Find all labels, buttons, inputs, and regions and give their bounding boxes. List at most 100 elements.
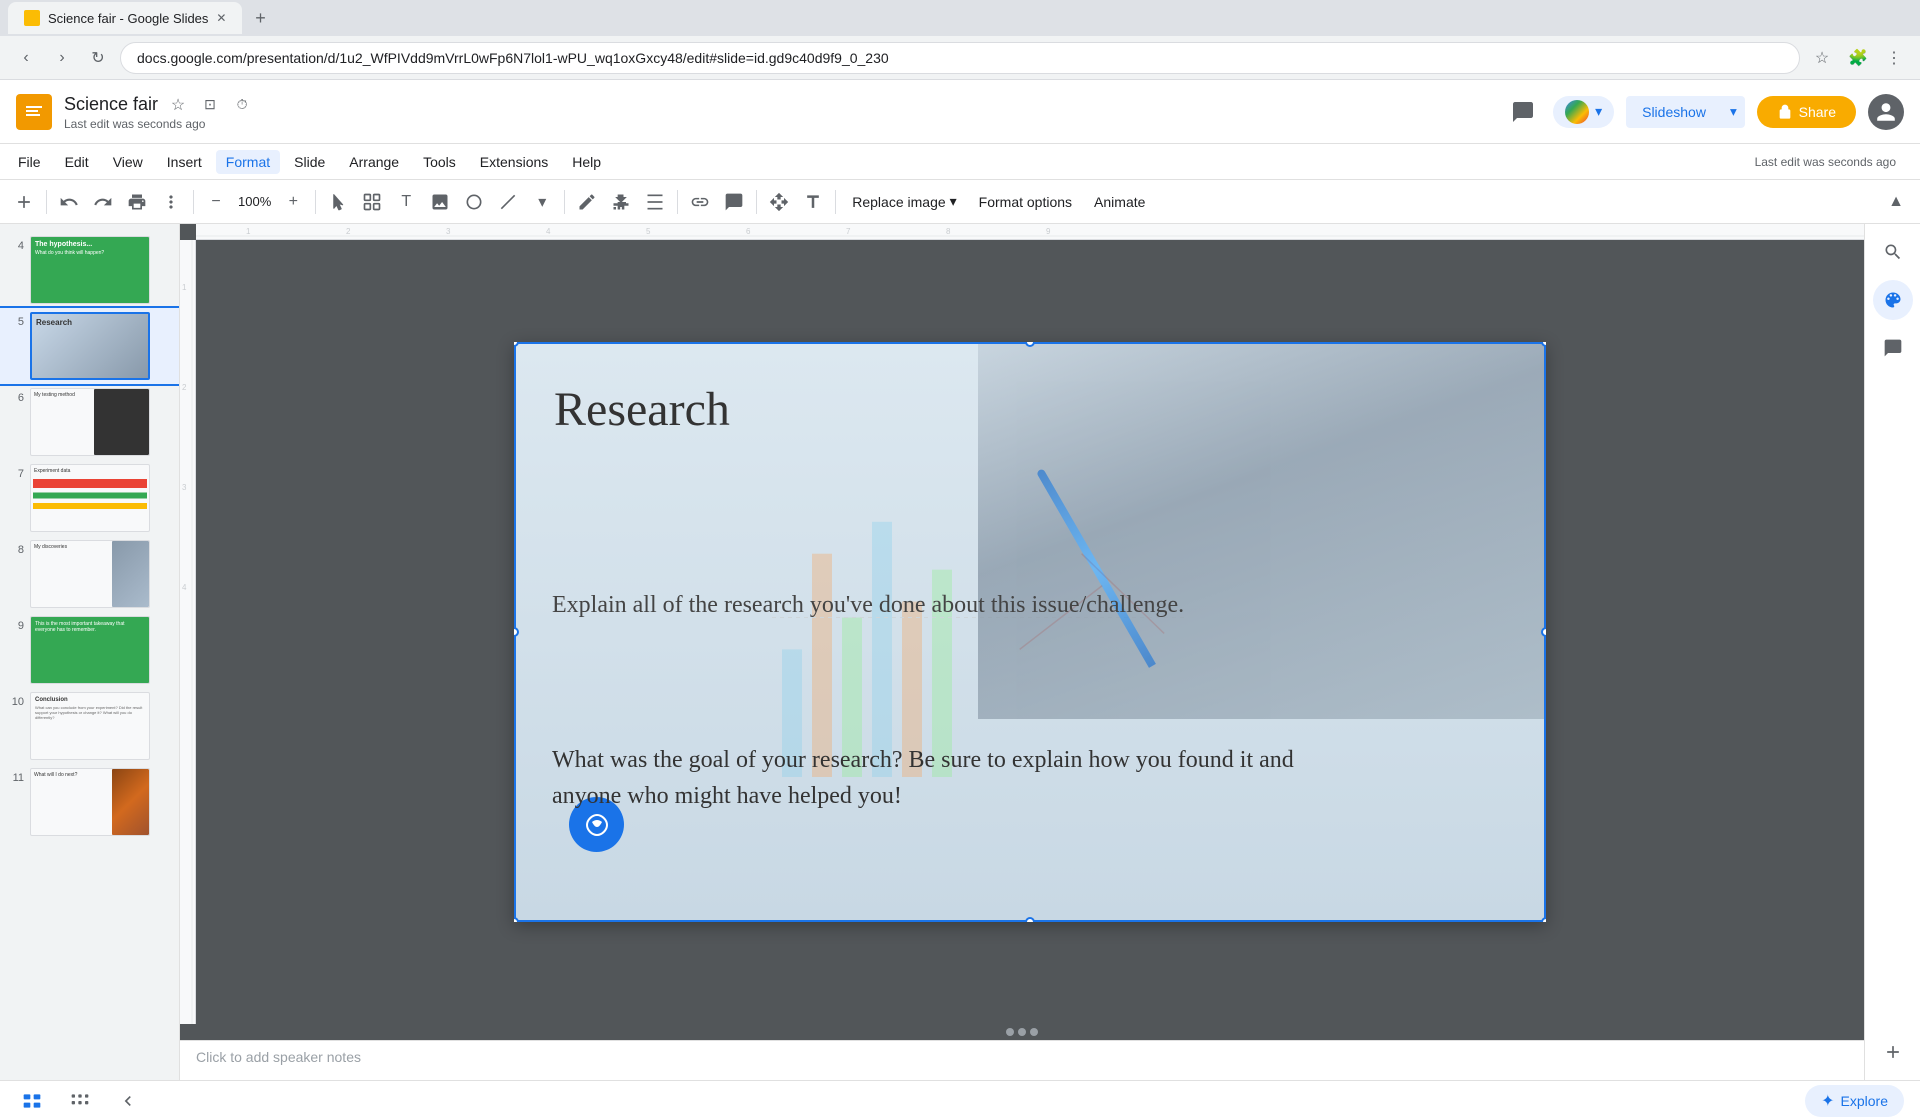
bookmark-button[interactable]: ☆ — [1808, 44, 1836, 72]
handle-bottom-right[interactable] — [1541, 917, 1546, 922]
share-button[interactable]: Share — [1757, 96, 1856, 128]
pen-tool[interactable] — [571, 186, 603, 218]
slide-item-10[interactable]: 10 Conclusion What can you conclude from… — [0, 688, 179, 764]
themes-panel-button[interactable] — [1873, 280, 1913, 320]
toolbar-separator-3 — [315, 190, 316, 214]
back-button[interactable]: ‹ — [12, 44, 40, 72]
format-align-button[interactable] — [605, 186, 637, 218]
page-indicator — [180, 1024, 1864, 1040]
grid-view-button[interactable] — [64, 1085, 96, 1117]
explore-button[interactable]: ✦ Explore — [1805, 1085, 1904, 1117]
search-panel-button[interactable] — [1873, 232, 1913, 272]
replace-image-label: Replace image — [852, 194, 945, 210]
zoom-out-button[interactable]: − — [200, 186, 232, 218]
slideshow-dropdown-button[interactable]: ▾ — [1722, 96, 1745, 128]
forward-button[interactable]: › — [48, 44, 76, 72]
options-button[interactable] — [155, 186, 187, 218]
slide-item-8[interactable]: 8 My discoveries — [0, 536, 179, 612]
menu-edit[interactable]: Edit — [55, 150, 99, 174]
collapse-toolbar-button[interactable]: ▲ — [1880, 186, 1912, 218]
shapes-tool[interactable] — [458, 186, 490, 218]
canvas-scroll-area[interactable]: 1 2 3 4 — [180, 240, 1864, 1024]
svg-text:1: 1 — [246, 227, 251, 236]
slide-item-6[interactable]: 6 My testing method — [0, 384, 179, 460]
text-tool[interactable]: T — [390, 186, 422, 218]
user-avatar[interactable] — [1868, 94, 1904, 130]
refresh-button[interactable]: ↻ — [84, 44, 112, 72]
account-switcher[interactable]: ▾ — [1553, 96, 1614, 128]
menu-extensions[interactable]: Extensions — [470, 150, 558, 174]
extension-button[interactable]: 🧩 — [1844, 44, 1872, 72]
undo-button[interactable] — [53, 186, 85, 218]
replace-image-button[interactable]: Replace image ▾ — [842, 189, 966, 214]
slide-item-11[interactable]: 11 What will I do next? — [0, 764, 179, 840]
new-tab-btn[interactable]: + — [246, 4, 274, 32]
menu-file[interactable]: File — [8, 150, 51, 174]
image-tool[interactable] — [424, 186, 456, 218]
comment-inline-button[interactable] — [718, 186, 750, 218]
slide-item-9[interactable]: 9 This is the most important takeaway th… — [0, 612, 179, 688]
handle-bottom-mid[interactable] — [1025, 917, 1035, 922]
speaker-notes[interactable]: Click to add speaker notes — [180, 1040, 1864, 1080]
slide-item-5[interactable]: 5 Research — [0, 308, 179, 384]
tab-favicon — [24, 10, 40, 26]
redo-button[interactable] — [87, 186, 119, 218]
drive-icon[interactable]: ⊡ — [198, 93, 222, 117]
slide-thumbnail-10: Conclusion What can you conclude from yo… — [30, 692, 150, 760]
format-options-button[interactable]: Format options — [969, 190, 1082, 214]
animate-button[interactable]: Animate — [1084, 190, 1155, 214]
app-header: Science fair ☆ ⊡ ⏱ Last edit was seconds… — [0, 80, 1920, 144]
menu-tools[interactable]: Tools — [413, 150, 466, 174]
comments-panel-button[interactable] — [1873, 328, 1913, 368]
slide-canvas[interactable]: Research Explain all of the research you… — [514, 342, 1546, 922]
vertical-ruler: 1 2 3 4 — [180, 240, 196, 1024]
zoom-in-button[interactable]: + — [277, 186, 309, 218]
comment-button[interactable] — [1505, 94, 1541, 130]
menu-arrange[interactable]: Arrange — [339, 150, 409, 174]
star-icon[interactable]: ☆ — [166, 93, 190, 117]
slide-viewport[interactable]: Research Explain all of the research you… — [196, 240, 1864, 1024]
select-tool[interactable] — [356, 186, 388, 218]
slide-item-7[interactable]: 7 Experiment data — [0, 460, 179, 536]
add-element-panel-button[interactable] — [1873, 1032, 1913, 1072]
animate-label: Animate — [1094, 194, 1145, 210]
menu-insert[interactable]: Insert — [157, 150, 212, 174]
explore-icon: ✦ — [1821, 1091, 1834, 1111]
cursor-tool[interactable] — [322, 186, 354, 218]
svg-text:2: 2 — [182, 383, 187, 392]
menu-help[interactable]: Help — [562, 150, 611, 174]
app-logo — [16, 94, 52, 130]
distribute-button[interactable] — [639, 186, 671, 218]
handle-right-mid[interactable] — [1541, 627, 1546, 637]
save-indicator: Last edit was seconds ago — [1755, 155, 1912, 169]
toolbar-separator-4 — [564, 190, 565, 214]
add-element-button[interactable] — [8, 186, 40, 218]
close-tab-icon[interactable]: ✕ — [216, 11, 226, 25]
svg-text:4: 4 — [182, 583, 187, 592]
menu-view[interactable]: View — [103, 150, 153, 174]
app-title: Science fair — [64, 94, 158, 115]
url-bar[interactable]: docs.google.com/presentation/d/1u2_WfPIV… — [120, 42, 1800, 74]
svg-text:4: 4 — [546, 227, 551, 236]
slide-number-9: 9 — [8, 620, 24, 632]
slide-thumbnail-5: Research — [30, 312, 150, 380]
slide-item-4[interactable]: 4 The hypothesis... What do you think wi… — [0, 232, 179, 308]
collapse-panel-button[interactable] — [112, 1085, 144, 1117]
line-tool[interactable] — [492, 186, 524, 218]
menu-button[interactable]: ⋮ — [1880, 44, 1908, 72]
speaker-notes-placeholder: Click to add speaker notes — [196, 1049, 361, 1065]
format-options-label: Format options — [979, 194, 1072, 210]
history-icon[interactable]: ⏱ — [230, 93, 254, 117]
link-button[interactable] — [684, 186, 716, 218]
slideshow-button[interactable]: Slideshow — [1626, 96, 1722, 128]
toolbar-separator-7 — [835, 190, 836, 214]
menu-format[interactable]: Format — [216, 150, 280, 174]
move-tool[interactable] — [763, 186, 795, 218]
alt-text-button[interactable] — [797, 186, 829, 218]
filmstrip-view-button[interactable] — [16, 1085, 48, 1117]
active-tab[interactable]: Science fair - Google Slides ✕ — [8, 2, 242, 34]
slide-number-8: 8 — [8, 544, 24, 556]
print-button[interactable] — [121, 186, 153, 218]
menu-slide[interactable]: Slide — [284, 150, 335, 174]
line-type-dropdown[interactable]: ▾ — [526, 186, 558, 218]
